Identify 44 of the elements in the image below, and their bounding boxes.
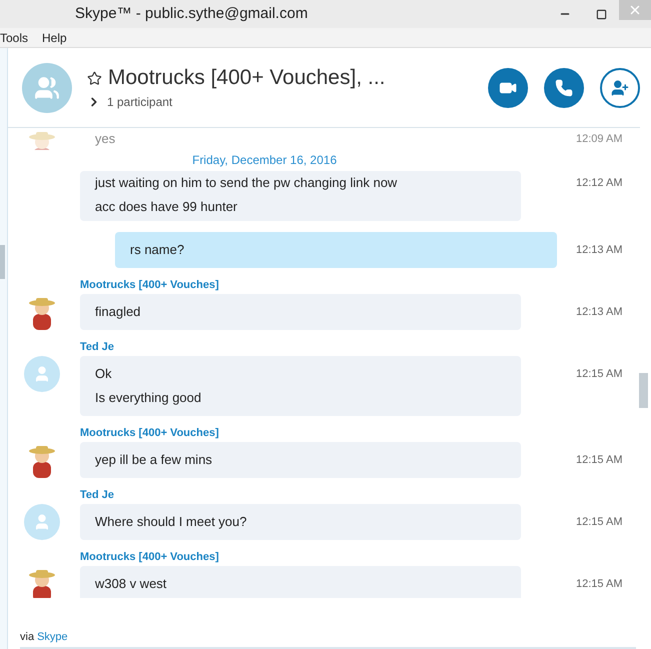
message-text: rs name? — [130, 241, 186, 259]
message-text: w308 v west — [95, 575, 168, 593]
message-time: 12:12 AM — [576, 176, 622, 191]
message-text: yep ill be a few mins — [95, 451, 214, 469]
message-text: yes — [94, 130, 116, 148]
message-text: just waiting on him to send the pw changing link now — [95, 174, 398, 192]
message-text: finagled — [95, 303, 142, 321]
message-time: 12:15 AM — [576, 367, 622, 382]
message-time: 12:13 AM — [576, 243, 622, 258]
sender-name[interactable]: Mootrucks [400+ Vouches] — [80, 550, 219, 564]
favorite-star-icon[interactable] — [87, 70, 102, 86]
panel-handle — [0, 245, 5, 279]
message-time: 12:15 AM — [576, 453, 622, 468]
message-time: 12:15 AM — [576, 515, 622, 530]
sender-name[interactable]: Ted Je — [80, 340, 114, 354]
sender-name[interactable]: Mootrucks [400+ Vouches] — [80, 278, 219, 292]
participant-count[interactable]: 1 participant — [107, 93, 172, 111]
message-text: acc does have 99 hunter — [95, 198, 238, 216]
add-person-icon — [611, 78, 629, 96]
add-person-button[interactable] — [600, 68, 640, 108]
video-call-button[interactable] — [488, 68, 528, 108]
message-text: Where should I meet you? — [95, 513, 248, 531]
phone-icon — [555, 78, 573, 96]
footer-text: via — [20, 630, 34, 644]
message-time: 12:13 AM — [576, 305, 622, 320]
group-avatar — [22, 62, 72, 112]
conversation-title: Mootrucks [400+ Vouches], ... — [108, 65, 386, 91]
message-time: 12:09 AM — [576, 132, 622, 147]
window-title: Skype™ - public.sythe@gmail.com — [75, 4, 308, 24]
menu-item[interactable]: Tools — [0, 28, 28, 46]
menu-item[interactable]: Help — [42, 28, 67, 46]
sender-name[interactable]: Ted Je — [80, 488, 114, 502]
close-icon — [628, 3, 642, 17]
avatar — [24, 504, 60, 540]
maximize-icon — [596, 8, 606, 20]
sender-name[interactable]: Mootrucks [400+ Vouches] — [80, 426, 219, 440]
avatar — [24, 356, 60, 392]
date-divider: Friday, December 16, 2016 — [192, 152, 337, 169]
footer-link[interactable]: Skype — [37, 630, 68, 644]
call-button[interactable] — [544, 68, 584, 108]
scrollbar-thumb[interactable] — [639, 373, 648, 408]
message-text: Is everything good — [95, 389, 202, 407]
message-time: 12:15 AM — [576, 577, 622, 592]
message-text: Ok — [95, 365, 113, 383]
